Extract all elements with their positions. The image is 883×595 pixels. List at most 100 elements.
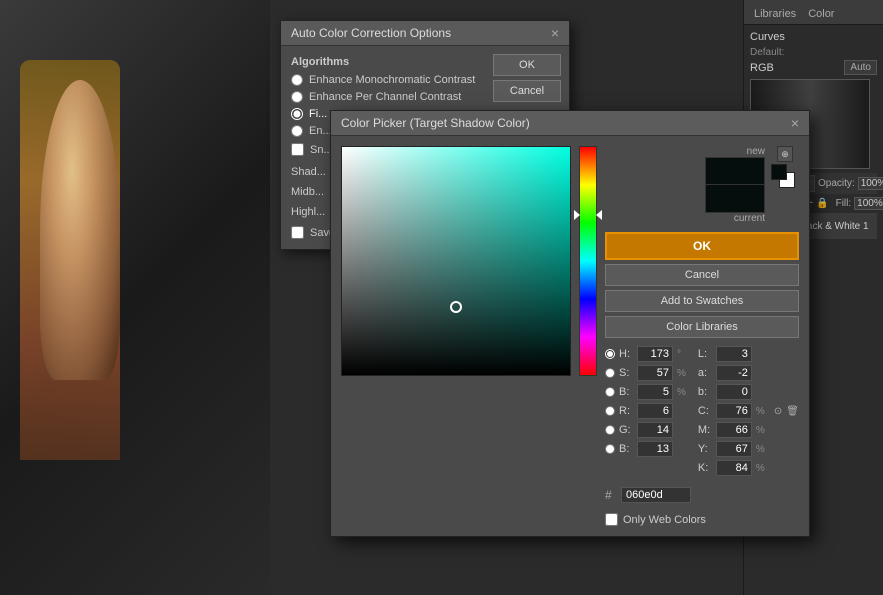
field-row-H: H: 173 ° (605, 346, 692, 362)
field-row-M: M: 66 % (698, 422, 799, 438)
colorpicker-ok-button[interactable]: OK (605, 232, 799, 260)
field-row-a: a: -2 (698, 365, 799, 381)
fill-input[interactable] (854, 197, 883, 210)
hue-slider-container (579, 146, 597, 376)
hue-slider[interactable] (579, 146, 597, 376)
tab-color[interactable]: Color (802, 4, 840, 24)
color-picker-dialog: Color Picker (Target Shadow Color) × new (330, 110, 810, 537)
radio-en-input[interactable] (291, 125, 303, 137)
auto-color-close-button[interactable]: × (551, 26, 559, 40)
field-row-B2: B: 13 (605, 441, 692, 457)
swatch-container (771, 164, 799, 192)
auto-color-ok-button[interactable]: OK (493, 54, 561, 76)
canvas-image (0, 0, 270, 595)
fill-label: Fill: (836, 198, 852, 209)
gradient-cursor (450, 301, 462, 313)
radio-fi-label: Fi... (309, 108, 327, 120)
field-label-b-lab: b: (698, 386, 712, 398)
only-web-row: Only Web Colors (605, 513, 799, 526)
field-value-B2[interactable]: 13 (637, 441, 673, 457)
field-value-L[interactable]: 3 (716, 346, 752, 362)
tab-libraries[interactable]: Libraries (748, 4, 802, 24)
opacity-input[interactable] (858, 177, 883, 190)
curves-rgb-label: RGB (750, 62, 844, 74)
hex-label: # (605, 488, 617, 502)
only-web-checkbox[interactable] (605, 513, 618, 526)
field-value-G[interactable]: 14 (637, 422, 673, 438)
colorpicker-title-bar: Color Picker (Target Shadow Color) × (331, 111, 809, 136)
radio-fi-input[interactable] (291, 108, 303, 120)
snap-checkbox[interactable] (291, 143, 304, 156)
field-label-L: L: (698, 348, 712, 360)
radio-mono-input[interactable] (291, 74, 303, 86)
radio-mono-label: Enhance Monochromatic Contrast (309, 74, 475, 86)
colorpicker-cancel-button[interactable]: Cancel (605, 264, 799, 286)
field-value-Y[interactable]: 67 (716, 441, 752, 457)
radio-enhance-perchannel: Enhance Per Channel Contrast (291, 91, 479, 103)
colorpicker-close-button[interactable]: × (791, 116, 799, 130)
new-label: new (747, 146, 765, 157)
radio-H[interactable] (605, 349, 615, 359)
field-unit-K: % (756, 463, 770, 474)
field-label-B: B: (619, 386, 633, 398)
field-value-a[interactable]: -2 (716, 365, 752, 381)
curves-rgb-row: RGB Auto (750, 60, 877, 75)
curves-default: Default: (750, 47, 877, 58)
save-checkbox[interactable] (291, 226, 304, 239)
radio-enhance-mono: Enhance Monochromatic Contrast (291, 74, 479, 86)
radio-B2[interactable] (605, 444, 615, 454)
hue-arrow-right (596, 210, 602, 220)
field-value-M[interactable]: 66 (716, 422, 752, 438)
field-label-C: C: (698, 405, 712, 417)
foreground-swatch[interactable] (771, 164, 787, 180)
field-value-B[interactable]: 5 (637, 384, 673, 400)
curves-auto-button[interactable]: Auto (844, 60, 877, 75)
color-current-swatch (705, 185, 765, 213)
color-fields: H: 173 ° S: 57 % B: 5 % (605, 346, 799, 479)
radio-G[interactable] (605, 425, 615, 435)
field-unit-C: % (756, 406, 770, 417)
color-new-swatch (705, 157, 765, 185)
field-unit-S: % (677, 368, 691, 379)
trash-icon[interactable]: 🗑 (786, 406, 799, 417)
radio-en-label: En... (309, 125, 332, 137)
field-label-S: S: (619, 367, 633, 379)
field-row-b-lab: b: 0 (698, 384, 799, 400)
color-fields-right: L: 3 a: -2 b: 0 C: 76 % ⊙ (698, 346, 799, 479)
field-row-K: K: 84 % (698, 460, 799, 476)
field-row-L: L: 3 (698, 346, 799, 362)
lock-padlock-icon[interactable]: 🔒 (816, 196, 828, 210)
field-row-G: G: 14 (605, 422, 692, 438)
field-unit-M: % (756, 425, 770, 436)
field-label-G: G: (619, 424, 633, 436)
radio-B[interactable] (605, 387, 615, 397)
field-value-C[interactable]: 76 (716, 403, 752, 419)
field-value-H[interactable]: 173 (637, 346, 673, 362)
hue-arrow-left (574, 210, 580, 220)
field-value-K[interactable]: 84 (716, 460, 752, 476)
curves-title: Curves (750, 31, 877, 43)
color-gradient-field[interactable] (341, 146, 571, 376)
colorpicker-title-text: Color Picker (Target Shadow Color) (341, 116, 530, 130)
auto-color-cancel-button[interactable]: Cancel (493, 80, 561, 102)
radio-perchannel-input[interactable] (291, 91, 303, 103)
field-value-R[interactable]: 6 (637, 403, 673, 419)
field-unit-H: ° (677, 349, 691, 360)
color-libraries-button[interactable]: Color Libraries (605, 316, 799, 338)
eyedropper-button[interactable]: ⊕ (777, 146, 793, 162)
eyedropper-right-icon[interactable]: ⊙ (774, 406, 782, 417)
add-to-swatches-button[interactable]: Add to Swatches (605, 290, 799, 312)
radio-S[interactable] (605, 368, 615, 378)
radio-perchannel-label: Enhance Per Channel Contrast (309, 91, 461, 103)
panel-tabs: Libraries Color (744, 0, 883, 25)
field-value-b-lab[interactable]: 0 (716, 384, 752, 400)
field-row-Y: Y: 67 % (698, 441, 799, 457)
opacity-label: Opacity: (818, 178, 855, 189)
field-value-S[interactable]: 57 (637, 365, 673, 381)
field-label-a: a: (698, 367, 712, 379)
radio-R[interactable] (605, 406, 615, 416)
hex-row: # 060e0d (605, 487, 799, 503)
hex-input[interactable]: 060e0d (621, 487, 691, 503)
field-label-B2: B: (619, 443, 633, 455)
field-row-R: R: 6 (605, 403, 692, 419)
